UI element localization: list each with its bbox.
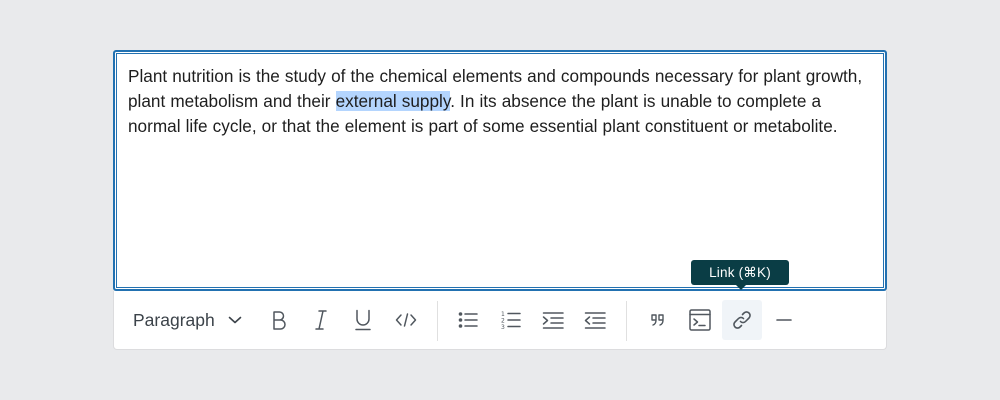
block-format-dropdown[interactable]: Paragraph bbox=[124, 300, 254, 340]
bulleted-list-icon bbox=[458, 311, 478, 329]
link-button[interactable] bbox=[722, 300, 762, 340]
outdent-icon bbox=[584, 311, 606, 329]
toolbar-divider bbox=[626, 301, 627, 341]
toolbar-divider bbox=[437, 301, 438, 341]
numbered-list-icon: 123 bbox=[501, 310, 521, 330]
code-block-button[interactable] bbox=[680, 300, 720, 340]
paragraph[interactable]: Plant nutrition is the study of the chem… bbox=[128, 64, 872, 139]
editor-content-area[interactable]: Plant nutrition is the study of the chem… bbox=[113, 50, 887, 291]
link-tooltip: Link (⌘K) bbox=[691, 260, 789, 285]
formatting-toolbar: Paragraph 1 2 3 bbox=[113, 291, 887, 350]
numbered-list-button[interactable]: 123 bbox=[491, 300, 531, 340]
bulleted-list-button[interactable] bbox=[448, 300, 488, 340]
horizontal-rule-icon bbox=[776, 318, 792, 322]
outdent-button[interactable] bbox=[575, 300, 615, 340]
bold-icon bbox=[271, 310, 287, 330]
italic-button[interactable] bbox=[301, 300, 341, 340]
underline-button[interactable] bbox=[343, 300, 383, 340]
rich-text-editor: Plant nutrition is the study of the chem… bbox=[113, 50, 887, 350]
terminal-icon bbox=[689, 309, 711, 331]
quote-icon bbox=[650, 313, 666, 327]
svg-text:3: 3 bbox=[501, 324, 505, 330]
tooltip-arrow bbox=[736, 285, 746, 290]
horizontal-rule-button[interactable] bbox=[764, 300, 804, 340]
selected-text[interactable]: external supply bbox=[335, 91, 451, 111]
chevron-down-icon bbox=[228, 313, 242, 332]
indent-icon bbox=[542, 311, 564, 329]
block-format-label: Paragraph bbox=[133, 309, 215, 330]
code-button[interactable] bbox=[386, 300, 426, 340]
underline-icon bbox=[354, 309, 372, 331]
bold-button[interactable] bbox=[259, 300, 299, 340]
code-icon bbox=[395, 312, 417, 328]
indent-button[interactable] bbox=[533, 300, 573, 340]
blockquote-button[interactable] bbox=[638, 300, 678, 340]
link-icon bbox=[731, 309, 753, 331]
italic-icon bbox=[313, 309, 329, 331]
